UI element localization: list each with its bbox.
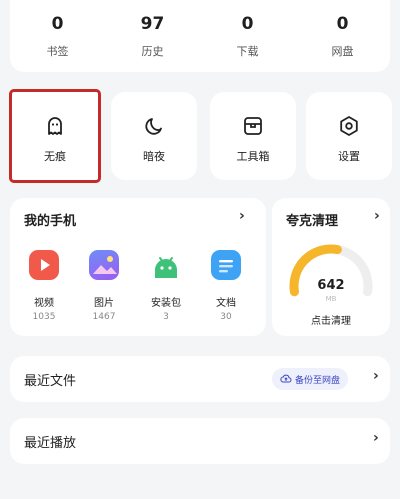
chevron-right-icon[interactable]: › xyxy=(373,430,379,446)
stat-label: 下载 xyxy=(236,45,259,58)
app-count: 1467 xyxy=(92,312,116,322)
recent-files-row[interactable]: 最近文件 备份至网盘 › xyxy=(10,356,390,402)
app-documents[interactable]: 文档 30 xyxy=(200,250,252,322)
app-label: 文档 xyxy=(216,298,236,309)
stat-value: 0 xyxy=(241,14,254,34)
recent-play-title: 最近播放 xyxy=(24,436,77,451)
image-icon xyxy=(89,250,119,280)
stat-label: 书签 xyxy=(46,45,69,58)
stat-bookmarks[interactable]: 0 书签 xyxy=(10,0,105,72)
app-label: 安装包 xyxy=(151,298,181,309)
app-count: 3 xyxy=(163,312,169,322)
app-packages[interactable]: 安装包 3 xyxy=(140,250,192,322)
stat-history[interactable]: 97 历史 xyxy=(105,0,200,72)
clean-button[interactable]: 点击清理 xyxy=(272,312,390,327)
incognito-label: 无痕 xyxy=(44,150,66,163)
backup-label: 备份至网盘 xyxy=(295,375,341,386)
android-icon xyxy=(151,250,181,280)
toolbox-icon xyxy=(244,117,262,135)
stat-value: 97 xyxy=(140,14,165,34)
backup-to-cloud-button[interactable]: 备份至网盘 xyxy=(272,368,349,390)
cloud-upload-icon xyxy=(280,374,292,383)
chevron-right-icon[interactable]: › xyxy=(239,208,245,224)
recent-play-row[interactable]: 最近播放 › xyxy=(10,418,390,464)
stat-value: 0 xyxy=(336,14,349,34)
incognito-button[interactable]: 无痕 xyxy=(9,89,101,183)
stat-label: 历史 xyxy=(141,45,164,58)
app-video[interactable]: 视频 1035 xyxy=(18,250,70,322)
night-mode-button[interactable]: 暗夜 xyxy=(111,92,197,180)
stats-card: 0 书签 97 历史 0 下载 0 网盘 xyxy=(10,0,390,72)
app-label: 视频 xyxy=(34,298,54,309)
ghost-icon xyxy=(48,117,62,135)
night-mode-label: 暗夜 xyxy=(143,150,165,163)
cleanable-size: 642 xyxy=(317,278,345,293)
app-count: 30 xyxy=(220,312,232,322)
document-icon xyxy=(211,250,241,280)
recent-files-title: 最近文件 xyxy=(24,374,77,389)
settings-button[interactable]: 设置 xyxy=(306,92,392,180)
stat-value: 0 xyxy=(51,14,64,34)
cleanable-unit: MB xyxy=(325,295,337,303)
app-label: 图片 xyxy=(94,298,114,309)
app-count: 1035 xyxy=(32,312,56,322)
stat-downloads[interactable]: 0 下载 xyxy=(200,0,295,72)
my-phone-card[interactable]: 我的手机 › 视频 1035 图片 1467 安装包 3 文档 30 xyxy=(10,198,266,336)
my-phone-title: 我的手机 xyxy=(24,214,77,229)
toolbox-button[interactable]: 工具箱 xyxy=(210,92,296,180)
stat-label: 网盘 xyxy=(331,45,354,58)
video-icon xyxy=(29,250,59,280)
cleaner-card[interactable]: 夸克清理 › 642 MB 点击清理 xyxy=(272,198,390,336)
chevron-right-icon[interactable]: › xyxy=(373,368,379,384)
settings-label: 设置 xyxy=(338,150,360,163)
toolbox-label: 工具箱 xyxy=(236,150,270,163)
app-images[interactable]: 图片 1467 xyxy=(78,250,130,322)
moon-icon xyxy=(145,118,162,135)
stat-cloud-drive[interactable]: 0 网盘 xyxy=(295,0,390,72)
settings-icon xyxy=(340,116,358,136)
